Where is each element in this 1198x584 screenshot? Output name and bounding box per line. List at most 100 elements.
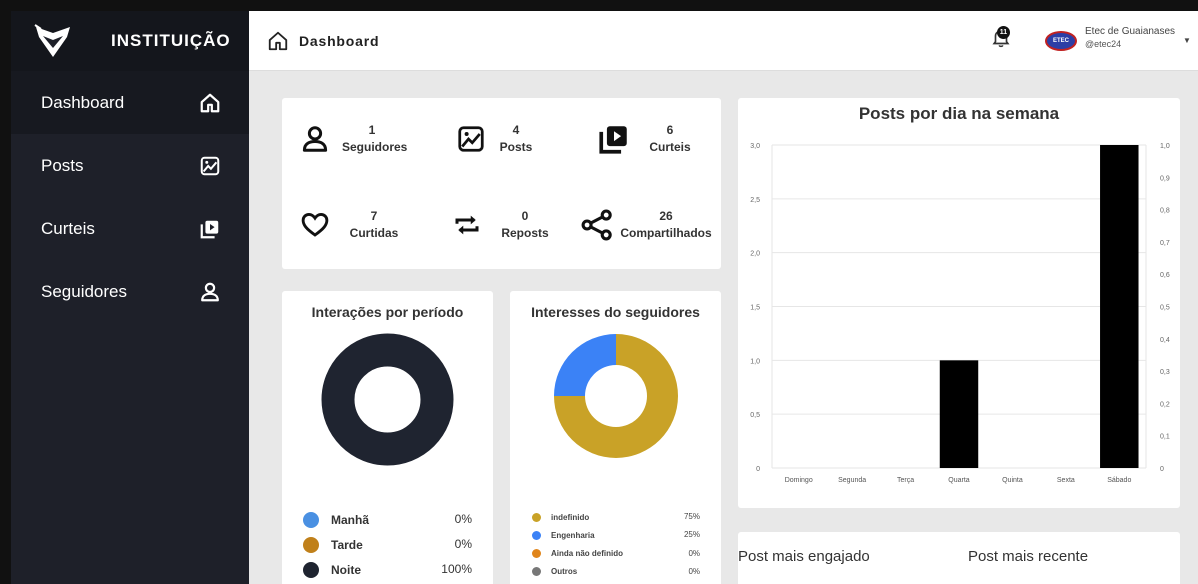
card-title: Interações por período [311, 304, 464, 320]
legend-label: Tarde [331, 538, 363, 552]
sidebar-item-label: Posts [41, 155, 84, 175]
y2-tick-label: 0,9 [1160, 175, 1170, 182]
sidebar-item-dashboard[interactable]: Dashboard [11, 71, 249, 134]
sidebar-item-label: Dashboard [41, 92, 125, 112]
y-tick-label: 3,0 [750, 143, 760, 150]
posts-chart-card: Posts por dia na semana 0 0,5 1,0 1,5 2,0 2,5… [738, 98, 1180, 508]
user-icon [302, 126, 328, 152]
legend-label: Ainda não definido [551, 549, 623, 558]
y2-tick-label: 0 [1160, 466, 1164, 473]
legend-manha: Manhã [303, 512, 369, 528]
legend-outros: Outros [532, 567, 577, 576]
sidebar-item-seguidores[interactable]: Seguidores [11, 260, 249, 323]
legend-dot [303, 537, 319, 553]
donut-slice [554, 334, 616, 396]
most-engaged-label: Post mais engajado [738, 548, 870, 565]
x-tick-label: Domingo [785, 477, 813, 484]
y-tick-label: 1,5 [750, 305, 760, 312]
legend-pct: 75% [670, 512, 700, 521]
x-tick-label: Terça [897, 477, 914, 484]
donut-slice [321, 333, 454, 466]
repost-icon [455, 215, 479, 235]
y2-tick-label: 0,8 [1160, 208, 1170, 215]
stat-label: Curtidas [349, 226, 399, 240]
interesses-card: Interesses do seguidores indefinido 75% … [510, 291, 721, 584]
sidebar-item-label: Curteis [41, 218, 95, 238]
stat-label: Posts [499, 140, 533, 154]
legend-value: 100% [441, 562, 472, 576]
y-tick-label: 0 [756, 466, 760, 473]
legend-indefinido: indefinido [532, 513, 589, 522]
sidebar-brand: INSTITUIÇÃO [11, 11, 249, 71]
legend-pct: 0% [432, 537, 472, 551]
legend-value: 0% [454, 512, 472, 526]
home-icon [268, 31, 288, 51]
stat-label: Compartilhados [620, 226, 712, 240]
bar [1100, 145, 1139, 468]
heart-icon [301, 212, 329, 237]
sidebar: INSTITUIÇÃO Dashboard Posts Curteis Segu… [11, 11, 249, 584]
legend-label: Noite [331, 563, 361, 577]
stat-label: Reposts [501, 226, 549, 240]
legend-ainda-nao-definido: Ainda não definido [532, 549, 623, 558]
x-tick-label: Quinta [1002, 477, 1023, 484]
y-tick-label: 2,5 [750, 197, 760, 204]
legend-pct: 100% [432, 562, 472, 576]
x-tick-label: Quarta [948, 477, 970, 484]
video-library-icon [599, 126, 627, 154]
legend-label: Engenharia [551, 531, 595, 540]
interesses-donut [554, 334, 678, 458]
topbar: Dashboard 11 ETEC Etec de Guaianases @et… [249, 11, 1198, 71]
sidebar-item-label: Seguidores [41, 281, 128, 301]
most-recent-label: Post mais recente [968, 548, 1089, 565]
stat-curtidas: 7 Curtidas [300, 208, 404, 242]
sidebar-item-posts[interactable]: Posts [11, 134, 249, 197]
stat-value: 26 [659, 209, 673, 223]
chevron-down-icon[interactable]: ▼ [1183, 36, 1191, 45]
y2-tick-label: 0,3 [1160, 369, 1170, 376]
stat-value: 0 [521, 209, 529, 223]
image-icon [200, 156, 220, 175]
legend-dot [532, 513, 541, 522]
legend-value: 0% [688, 567, 700, 576]
legend-value: 25% [683, 530, 700, 539]
legend-value: 0% [688, 549, 700, 558]
legend-value: 0% [454, 537, 472, 551]
x-tick-label: Sábado [1107, 477, 1131, 484]
legend-label: Outros [551, 567, 578, 576]
sidebar-item-curteis[interactable]: Curteis [11, 197, 249, 260]
user-name: Etec de Guaianases [1085, 26, 1176, 37]
stat-seguidores: 1 Seguidores [300, 122, 408, 156]
x-tick-label: Sexta [1057, 477, 1075, 484]
legend-pct: 0% [432, 512, 472, 526]
image-icon [458, 126, 484, 152]
brand-name: INSTITUIÇÃO [111, 31, 231, 50]
legend-pct: 0% [670, 567, 700, 576]
shield-logo-icon [34, 24, 70, 57]
posts-bar-chart: 0 0,5 1,0 1,5 2,0 2,5 3,0 0 0,1 0,2 0,3 0,4 0,5 0,6 0,… [750, 143, 1170, 484]
video-library-icon [200, 220, 219, 238]
interacoes-card: Interações por período Manhã 0% Tarde 0%… [282, 291, 493, 584]
stat-label: Curteis [649, 140, 691, 154]
stats-card: 1 Seguidores 4 Posts 6 Curteis 7 Curtidas 0 R… [282, 98, 721, 269]
card-title: Interesses do seguidores [531, 304, 700, 320]
stat-value: 6 [666, 123, 674, 137]
notification-badge: 11 [997, 26, 1010, 39]
y-tick-label: 2,0 [750, 251, 760, 258]
y2-tick-label: 0,2 [1160, 401, 1170, 408]
avatar[interactable]: ETEC [1045, 31, 1077, 51]
legend-pct: 0% [670, 549, 700, 558]
y2-tick-label: 0,7 [1160, 240, 1170, 247]
legend-tarde: Tarde [303, 537, 363, 553]
stat-value: 4 [512, 123, 520, 137]
page-title-text: Dashboard [299, 33, 380, 49]
posts-highlight-card: Post mais engajado Post mais recente [738, 532, 1180, 584]
user-icon [201, 282, 219, 301]
page-title: Dashboard [267, 30, 379, 52]
legend-pct: 25% [670, 530, 700, 539]
stat-label: Seguidores [342, 140, 408, 154]
home-icon [200, 93, 220, 112]
legend-noite: Noite [303, 562, 361, 578]
y2-tick-label: 0,4 [1160, 337, 1170, 344]
y-tick-label: 0,5 [750, 412, 760, 419]
